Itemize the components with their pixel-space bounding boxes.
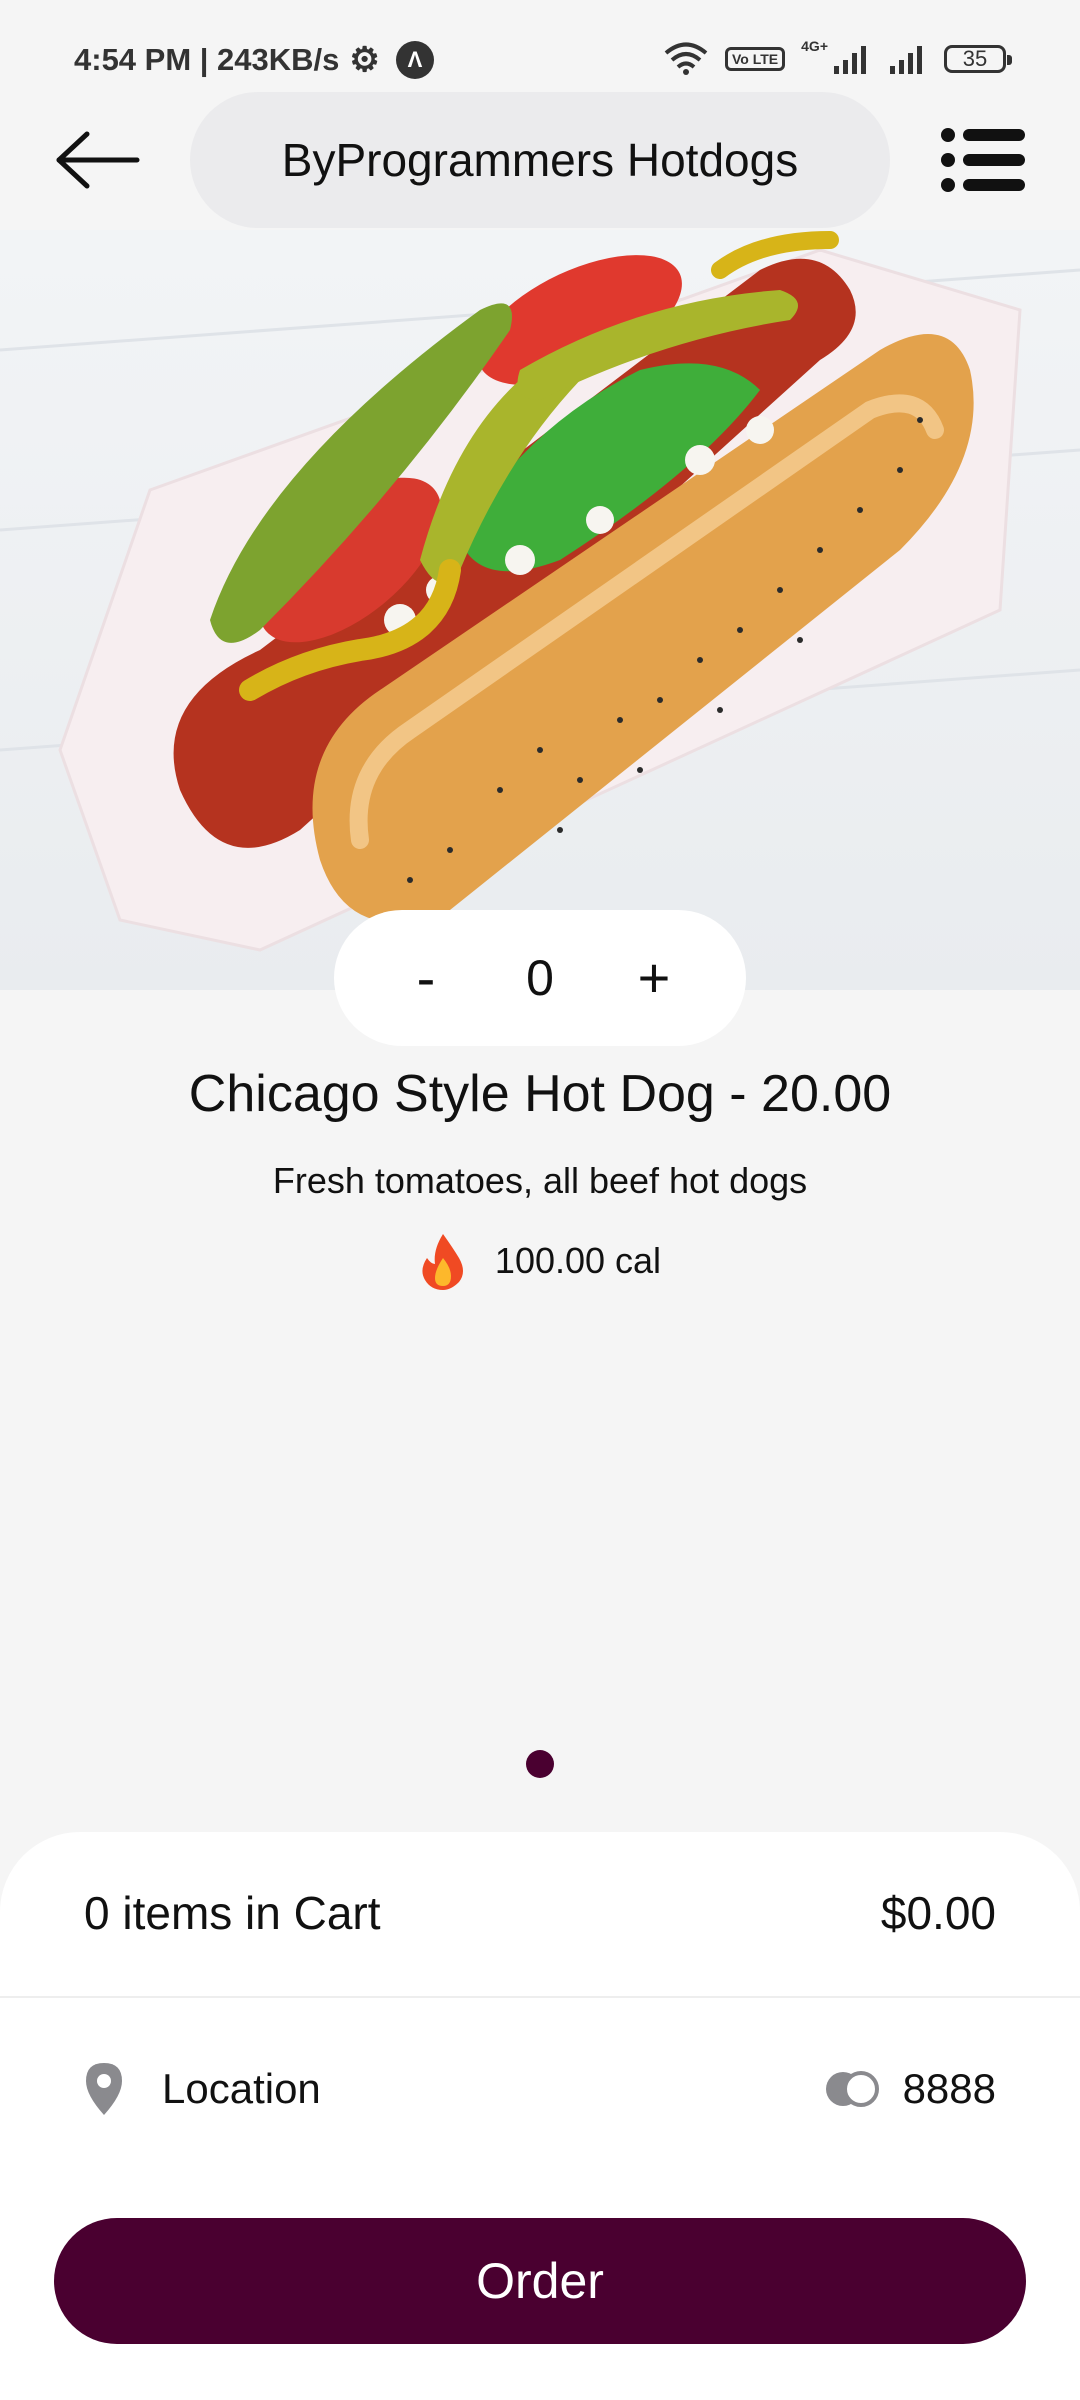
order-button[interactable]: Order (54, 2218, 1026, 2344)
status-left: 4:54 PM | 243KB/s ⚙ Λ (74, 38, 434, 82)
signal-icon-sim1 (834, 46, 866, 74)
decrement-button[interactable]: - (396, 950, 456, 1006)
coins-icon (825, 2071, 879, 2107)
cart-items-count: 0 items in Cart (84, 1887, 381, 1939)
cart-sheet: 0 items in Cart $0.00 Location 8888 Orde… (0, 1832, 1080, 2400)
calories-text: 100.00 cal (494, 1240, 662, 1281)
list-icon (941, 128, 1025, 192)
header-title-pill: ByProgrammers Hotdogs (190, 92, 890, 228)
cart-summary-row: 0 items in Cart $0.00 (84, 1886, 996, 1940)
location-row: Location 8888 (84, 2054, 996, 2124)
page-title: ByProgrammers Hotdogs (281, 134, 799, 186)
arrow-left-icon (56, 131, 140, 189)
product-title: Chicago Style Hot Dog - 20.00 (188, 1065, 892, 1123)
points-value: 8888 (902, 2065, 996, 2112)
app-notification-icon: Λ (395, 41, 434, 79)
battery-icon: 35 (944, 45, 1012, 73)
pagination-dot (526, 1750, 554, 1778)
location-pin-icon (84, 2061, 140, 2117)
back-button[interactable] (48, 120, 148, 200)
menu-button[interactable] (938, 120, 1028, 200)
status-time: 4:54 PM | 243KB/s (74, 42, 340, 77)
product-description: Fresh tomatoes, all beef hot dogs (272, 1160, 808, 1201)
product-image (0, 230, 1080, 990)
location-label[interactable]: Location (162, 2065, 321, 2113)
points-group: 8888 (823, 2065, 996, 2113)
order-button-label: Order (476, 2253, 604, 2309)
quantity-value: 0 (526, 950, 554, 1006)
wifi-icon (664, 42, 708, 75)
settings-gear-icon: ⚙ (349, 41, 380, 79)
fire-icon (422, 1234, 463, 1290)
increment-button[interactable]: + (624, 950, 684, 1006)
cart-total: $0.00 (880, 1887, 996, 1939)
hot-dog-illustration (0, 231, 1080, 952)
calorie-row: 100.00 cal (0, 1232, 1080, 1290)
volte-icon: Vo LTE (724, 47, 786, 71)
quantity-stepper: - 0 + (334, 910, 746, 1046)
network-type-label: 4G+ (801, 38, 828, 54)
divider (0, 1996, 1080, 1998)
signal-icon-sim2 (890, 46, 922, 74)
status-right: Vo LTE 4G+ 35 (663, 36, 1012, 82)
